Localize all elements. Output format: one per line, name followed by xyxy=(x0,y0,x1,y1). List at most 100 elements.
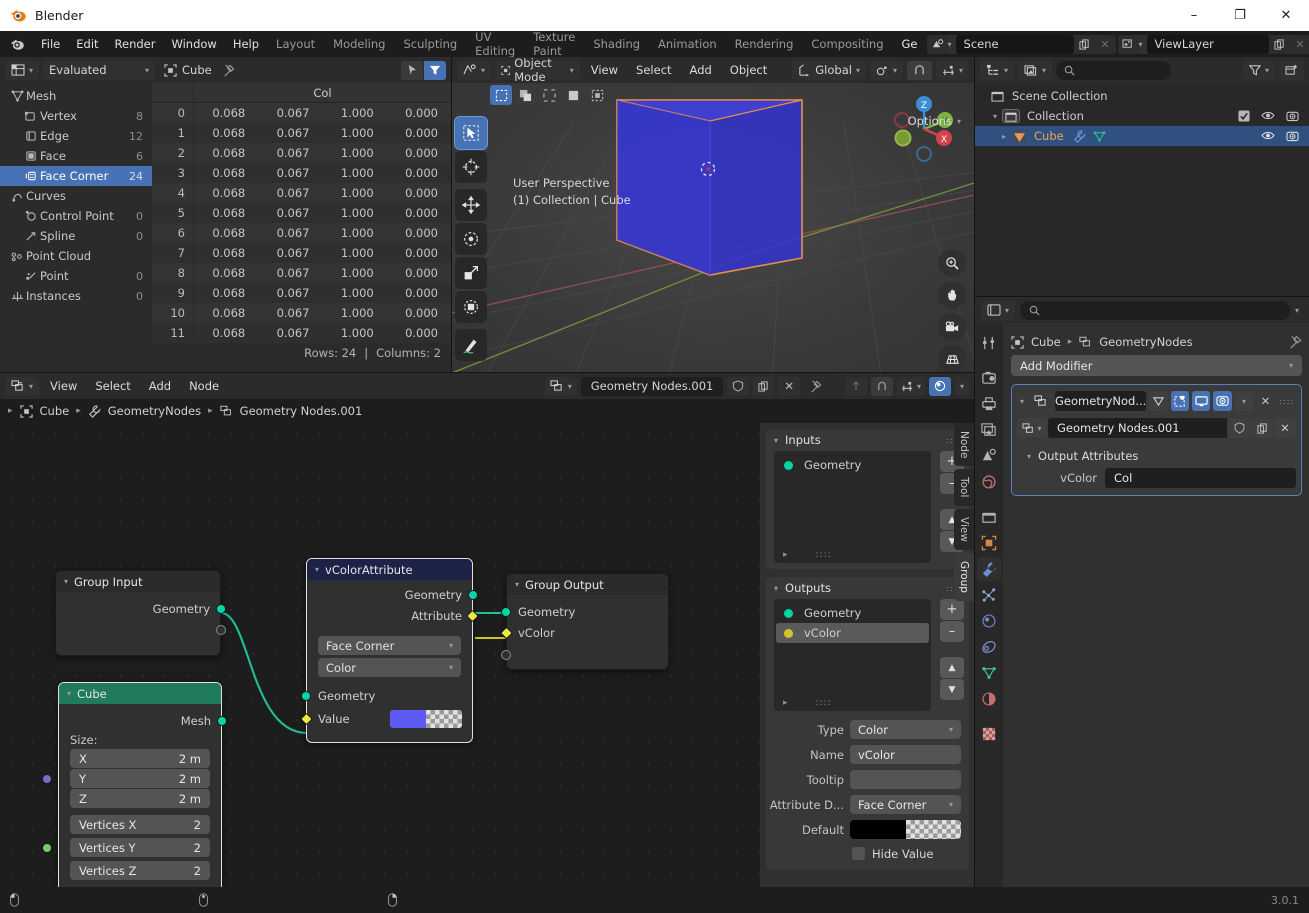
node-field-size-y[interactable]: Y 2 m xyxy=(42,769,210,788)
inputs-list[interactable]: Geometry ▸ :::: xyxy=(774,451,931,563)
modifier-name-field[interactable]: GeometryNod... xyxy=(1055,391,1147,411)
modifier-extras-dropdown[interactable]: ▾ xyxy=(1234,391,1254,411)
node-field-vertices-x[interactable]: Vertices X 2 xyxy=(42,815,210,853)
tab-group[interactable]: Group xyxy=(954,552,974,601)
node-field-vertices-y[interactable]: Vertices Y 2 xyxy=(42,838,210,857)
workspace-tab-compositing[interactable]: Compositing xyxy=(802,33,892,55)
socket-value-in[interactable] xyxy=(300,712,313,726)
move-output-down-button[interactable]: ▼ xyxy=(940,679,964,700)
socket-type-dropdown[interactable]: Color ▾ xyxy=(850,720,961,739)
table-row[interactable]: 6 0.068 0.067 1.000 0.000 xyxy=(152,223,451,243)
disclosure-triangle-icon[interactable]: ▾ xyxy=(993,112,997,121)
socket-name-input[interactable]: vColor xyxy=(850,745,961,764)
tab-output-icon[interactable] xyxy=(977,392,1001,416)
viewport-options-dropdown[interactable]: Options ▾ xyxy=(901,109,968,133)
table-row[interactable]: 3 0.068 0.067 1.000 0.000 xyxy=(152,163,451,183)
tab-texture-icon[interactable] xyxy=(977,722,1001,746)
node-header-cube[interactable]: ▾ Cube xyxy=(59,683,221,704)
grip-dots-icon[interactable]: :::: xyxy=(1278,391,1296,411)
breadcrumb-geometrynodes[interactable]: GeometryNodes xyxy=(1099,335,1192,349)
nodegroup-duplicate-button[interactable] xyxy=(1251,418,1273,438)
tab-object-data-icon[interactable] xyxy=(977,661,1001,685)
new-scene-button[interactable] xyxy=(1073,34,1095,54)
list-item[interactable]: Geometry xyxy=(774,451,931,475)
node-snap-magnet-button[interactable] xyxy=(870,376,893,396)
outliner-row-cube[interactable]: ▸ Cube xyxy=(975,126,1309,146)
workspace-tab-modeling[interactable]: Modeling xyxy=(324,33,394,55)
tree-item-instances[interactable]: Instances 0 xyxy=(0,286,152,306)
node-group-input[interactable]: ▾ Group Input Geometry xyxy=(55,570,226,656)
tab-modifier-wrench-icon[interactable] xyxy=(977,557,1001,581)
node-menu-add[interactable]: Add xyxy=(142,377,178,395)
minimize-button[interactable]: – xyxy=(1171,0,1217,31)
transform-orientation-dropdown[interactable]: Global ▾ xyxy=(792,60,866,80)
blender-menu-icon[interactable] xyxy=(4,37,33,52)
node-header-vcolorattribute[interactable]: ▾ vColorAttribute xyxy=(307,559,472,580)
nodetree-browse-button[interactable]: ▾ xyxy=(544,376,577,396)
node-collapse-icon[interactable]: ▾ xyxy=(315,565,319,574)
tab-scene-icon[interactable] xyxy=(977,444,1001,468)
workspace-tab-sculpting[interactable]: Sculpting xyxy=(394,33,466,55)
breadcrumb-nodetree-name[interactable]: Geometry Nodes.001 xyxy=(240,404,363,418)
breadcrumb-geometrynodes[interactable]: GeometryNodes xyxy=(108,404,201,418)
expand-arrow-icon[interactable]: ▸ xyxy=(783,698,788,708)
workspace-tab-rendering[interactable]: Rendering xyxy=(726,33,803,55)
node-collapse-icon[interactable]: ▾ xyxy=(515,580,519,589)
node-dropdown-domain[interactable]: Face Corner ▾ xyxy=(318,636,461,655)
pin-icon[interactable] xyxy=(1288,335,1302,349)
breadcrumb-cube[interactable]: Cube xyxy=(1031,335,1061,349)
pin-icon[interactable] xyxy=(216,64,235,77)
unlink-nodetree-button[interactable]: ✕ xyxy=(778,376,800,396)
outputs-panel-title[interactable]: ▾ Outputs :::: xyxy=(766,577,969,599)
camera-icon[interactable] xyxy=(1286,110,1299,122)
node-header-group-output[interactable]: ▾ Group Output xyxy=(507,574,668,595)
add-modifier-button[interactable]: Add Modifier ▾ xyxy=(1011,355,1302,376)
menu-window[interactable]: Window xyxy=(163,34,224,54)
default-color-swatch[interactable] xyxy=(850,820,961,839)
node-vcolorattribute[interactable]: ▾ vColorAttribute Geometry Attribute Fac… xyxy=(300,558,479,743)
tool-transform[interactable] xyxy=(455,291,487,323)
socket-virtual[interactable] xyxy=(501,649,511,660)
socket-tooltip-input[interactable] xyxy=(850,770,961,789)
dataset-mode-dropdown[interactable]: Evaluated ▾ xyxy=(43,60,156,80)
menu-help[interactable]: Help xyxy=(225,34,267,54)
table-row[interactable]: 10 0.068 0.067 1.000 0.000 xyxy=(152,303,451,323)
grip-dots-icon[interactable]: :::: xyxy=(816,550,832,560)
socket-geometry-in[interactable] xyxy=(301,690,311,701)
nodegroup-browse-button[interactable]: ▾ xyxy=(1017,418,1047,438)
workspace-tab-shading[interactable]: Shading xyxy=(584,33,649,55)
nodegroup-unlink-button[interactable]: ✕ xyxy=(1274,418,1296,438)
node-menu-node[interactable]: Node xyxy=(182,377,226,395)
breadcrumb-cube[interactable]: Cube xyxy=(40,404,70,418)
chevron-down-icon[interactable]: ▾ xyxy=(774,436,778,445)
disclosure-triangle-collapsed-icon[interactable]: ▸ xyxy=(1002,132,1006,141)
view-layer-icon[interactable] xyxy=(1117,34,1139,54)
tab-tool[interactable]: Tool xyxy=(954,469,974,506)
output-attribute-value-input[interactable]: Col xyxy=(1105,468,1296,488)
socket-geometry[interactable] xyxy=(216,603,226,614)
editor-type-spreadsheet-icon[interactable]: ▾ xyxy=(5,60,40,80)
tab-node[interactable]: Node xyxy=(954,423,974,467)
delete-viewlayer-button[interactable]: ✕ xyxy=(1289,34,1309,54)
scene-icon[interactable] xyxy=(926,34,948,54)
tree-item-face[interactable]: Face 6 xyxy=(0,146,152,166)
properties-options-dropdown[interactable]: ▾ xyxy=(1295,306,1303,315)
table-row[interactable]: 0 0.068 0.067 1.000 0.000 xyxy=(152,103,451,123)
table-row[interactable]: 4 0.068 0.067 1.000 0.000 xyxy=(152,183,451,203)
pin-icon[interactable] xyxy=(804,380,827,393)
modifier-editmode-display-toggle[interactable] xyxy=(1170,391,1190,411)
node-overlays-toggle[interactable] xyxy=(928,376,951,396)
mesh-data-icon[interactable] xyxy=(1093,130,1106,143)
list-item[interactable]: vColor xyxy=(776,623,929,643)
fake-user-shield-button[interactable] xyxy=(727,376,750,396)
node-overlays-dropdown[interactable]: ▾ xyxy=(954,376,969,396)
list-item[interactable]: Geometry xyxy=(774,599,931,623)
spreadsheet-filter-button[interactable] xyxy=(424,60,446,80)
perspective-toggle-icon[interactable] xyxy=(938,345,966,372)
hide-value-checkbox[interactable] xyxy=(852,847,865,860)
node-field-vertices-z[interactable]: Vertices Z 2 xyxy=(42,842,210,880)
tab-collection-icon[interactable] xyxy=(977,505,1001,529)
tab-view[interactable]: View xyxy=(954,508,974,550)
table-row[interactable]: 7 0.068 0.067 1.000 0.000 xyxy=(152,243,451,263)
modifier-edit-mode-toggle[interactable] xyxy=(1149,391,1168,411)
